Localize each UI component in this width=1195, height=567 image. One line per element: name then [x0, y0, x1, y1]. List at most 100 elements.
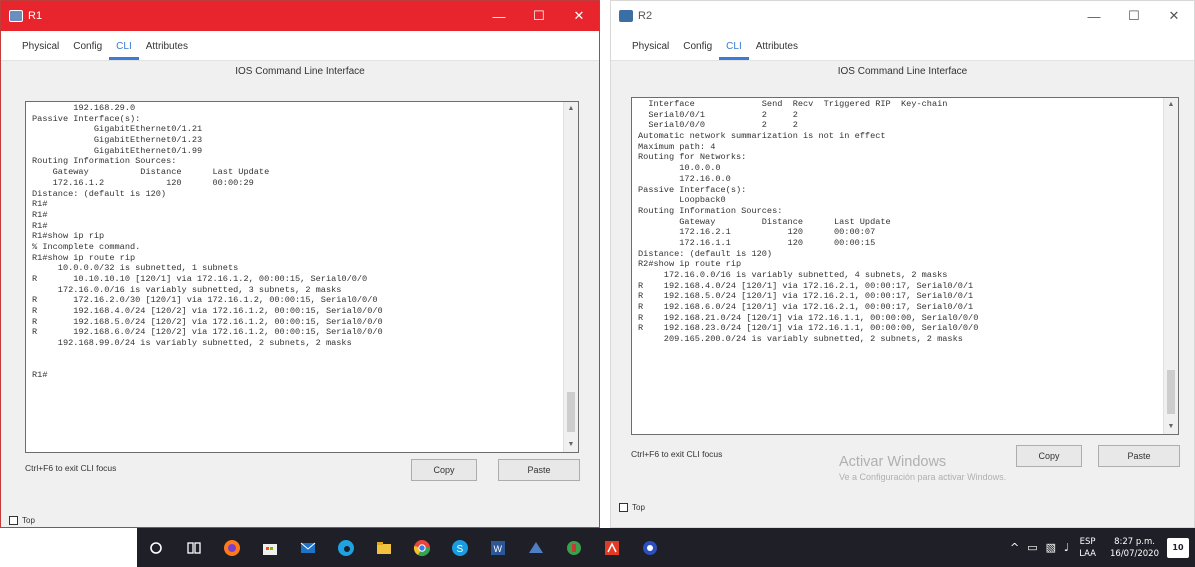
notifications-icon[interactable]: 10: [1167, 537, 1189, 558]
terminal-line: Automatic network summarization is not i…: [638, 131, 886, 142]
tab-attributes[interactable]: Attributes: [139, 41, 195, 60]
top-checkbox[interactable]: [9, 516, 18, 525]
close-icon[interactable]: ✕: [1154, 1, 1194, 31]
scrollbar[interactable]: ▲ ▼: [563, 102, 578, 452]
close-icon[interactable]: ✕: [559, 1, 599, 31]
terminal-line: 192.168.99.0/24 is variably subnetted, 2…: [32, 338, 352, 349]
explorer-icon[interactable]: [365, 528, 403, 567]
panel-title: IOS Command Line Interface: [837, 66, 968, 77]
terminal-line: GigabitEthernet0/1.99: [32, 145, 203, 156]
volume-icon[interactable]: ♩: [1064, 541, 1069, 554]
edge-icon[interactable]: [327, 528, 365, 567]
paste-button[interactable]: Paste: [1098, 445, 1180, 467]
scroll-up-icon[interactable]: ▲: [1164, 98, 1178, 112]
terminal-line: R 192.168.21.0/24 [120/1] via 172.16.1.1…: [638, 312, 979, 323]
lang-bottom: LAA: [1079, 548, 1096, 559]
terminal-line: 172.16.2.1 120 00:00:07: [638, 227, 876, 238]
r1-window: R1 — ☐ ✕ Physical Config CLI Attributes …: [0, 0, 600, 528]
word-icon[interactable]: W: [479, 528, 517, 567]
paste-button[interactable]: Paste: [498, 459, 580, 481]
top-checkbox-row[interactable]: Top: [9, 516, 35, 525]
network-icon[interactable]: ▭: [1027, 541, 1037, 554]
minimize-icon[interactable]: —: [1074, 1, 1114, 31]
skype-icon[interactable]: S: [441, 528, 479, 567]
clock-date: 16/07/2020: [1110, 548, 1159, 559]
terminal-line: Passive Interface(s):: [638, 184, 747, 195]
top-checkbox-row[interactable]: Top: [619, 503, 645, 512]
svg-text:W: W: [494, 544, 503, 554]
scroll-up-icon[interactable]: ▲: [564, 102, 578, 116]
svg-text:S: S: [457, 544, 464, 555]
store-icon[interactable]: [251, 528, 289, 567]
terminal-line: 209.165.200.0/24 is variably subnetted, …: [638, 334, 963, 345]
scroll-down-icon[interactable]: ▼: [1164, 420, 1178, 434]
terminal-line: Routing Information Sources:: [32, 156, 177, 167]
tab-physical[interactable]: Physical: [625, 41, 676, 60]
terminal-line: R 192.168.6.0/24 [120/1] via 172.16.2.1,…: [638, 302, 974, 313]
terminal-line: R1#show ip rip: [32, 231, 105, 242]
tab-attributes[interactable]: Attributes: [749, 41, 805, 60]
search-icon[interactable]: [137, 528, 175, 567]
terminal-line: R 192.168.23.0/24 [120/1] via 172.16.1.1…: [638, 323, 979, 334]
tab-cli[interactable]: CLI: [109, 41, 139, 60]
tab-physical[interactable]: Physical: [15, 41, 66, 60]
r1-titlebar[interactable]: R1 — ☐ ✕: [1, 1, 599, 31]
app-green-icon[interactable]: [555, 528, 593, 567]
terminal-line: R1#: [32, 220, 48, 231]
terminal-line: Gateway Distance Last Update: [638, 216, 891, 227]
maximize-icon[interactable]: ☐: [1114, 1, 1154, 31]
mail-icon[interactable]: [289, 528, 327, 567]
copy-button[interactable]: Copy: [1016, 445, 1082, 467]
terminal-line: Routing Information Sources:: [638, 205, 783, 216]
scroll-down-icon[interactable]: ▼: [564, 438, 578, 452]
terminal-line: GigabitEthernet0/1.23: [32, 135, 203, 146]
r2-titlebar[interactable]: R2 — ☐ ✕: [611, 1, 1194, 31]
terminal-line: Maximum path: 4: [638, 141, 716, 152]
terminal-line: 172.16.0.0/16 is variably subnetted, 4 s…: [638, 270, 948, 280]
watermark-subtitle: Ve a Configuración para activar Windows.: [839, 472, 1007, 482]
clock[interactable]: 8:27 p.m. 16/07/2020: [1110, 536, 1159, 560]
tab-cli[interactable]: CLI: [719, 41, 749, 60]
task-view-icon[interactable]: [175, 528, 213, 567]
terminal-line: R1#: [32, 370, 48, 381]
terminal-line: Loopback0: [638, 195, 726, 206]
terminal-line: R 192.168.6.0/24 [120/2] via 172.16.1.2,…: [32, 327, 383, 338]
window-title: R2: [638, 10, 653, 22]
tab-config[interactable]: Config: [66, 41, 109, 60]
copy-button[interactable]: Copy: [411, 459, 477, 481]
watermark-title: Activar Windows: [839, 454, 947, 470]
cli-terminal[interactable]: Interface Send Recv Triggered RIP Key-ch…: [631, 97, 1179, 435]
app-blue-icon[interactable]: [631, 528, 669, 567]
cli-focus-hint: Ctrl+F6 to exit CLI focus: [25, 463, 117, 473]
terminal-line: Distance: (default is 120): [638, 248, 773, 259]
terminal-line: Passive Interface(s):: [32, 113, 141, 124]
scroll-thumb[interactable]: [1167, 370, 1175, 414]
chrome-icon[interactable]: [403, 528, 441, 567]
terminal-line: Gateway Distance Last Update: [32, 167, 270, 178]
minimize-icon[interactable]: —: [479, 1, 519, 31]
firefox-icon[interactable]: [213, 528, 251, 567]
top-checkbox[interactable]: [619, 503, 628, 512]
keyboard-icon[interactable]: ▧: [1046, 541, 1056, 554]
maximize-icon[interactable]: ☐: [519, 1, 559, 31]
terminal-line: 10.0.0.0/32 is subnetted, 1 subnets: [32, 263, 239, 274]
terminal-line: Serial0/0/0 2 2: [638, 120, 798, 131]
terminal-line: R 192.168.4.0/24 [120/1] via 172.16.2.1,…: [638, 280, 974, 291]
language-indicator[interactable]: ESP LAA: [1079, 536, 1096, 560]
terminal-line: R 192.168.5.0/24 [120/1] via 172.16.2.1,…: [638, 291, 974, 302]
terminal-line: Distance: (default is 120): [32, 188, 167, 199]
tab-bar: Physical Config CLI Attributes: [611, 31, 1194, 61]
terminal-line: Serial0/0/1 2 2: [638, 109, 798, 120]
scroll-thumb[interactable]: [567, 392, 575, 432]
terminal-line: R 192.168.4.0/24 [120/2] via 172.16.1.2,…: [32, 306, 383, 317]
pdf-icon[interactable]: [593, 528, 631, 567]
terminal-line: R 10.10.10.10 [120/1] via 172.16.1.2, 00…: [32, 274, 368, 284]
terminal-line: 192.168.29.0: [32, 103, 136, 113]
cli-terminal[interactable]: 192.168.29.0 Passive Interface(s): Gigabi…: [25, 101, 579, 453]
terminal-line: R1#: [32, 209, 48, 220]
scrollbar[interactable]: ▲ ▼: [1163, 98, 1178, 434]
chevron-up-icon[interactable]: ^: [1010, 541, 1019, 554]
tab-config[interactable]: Config: [676, 41, 719, 60]
packet-tracer-icon[interactable]: [517, 528, 555, 567]
